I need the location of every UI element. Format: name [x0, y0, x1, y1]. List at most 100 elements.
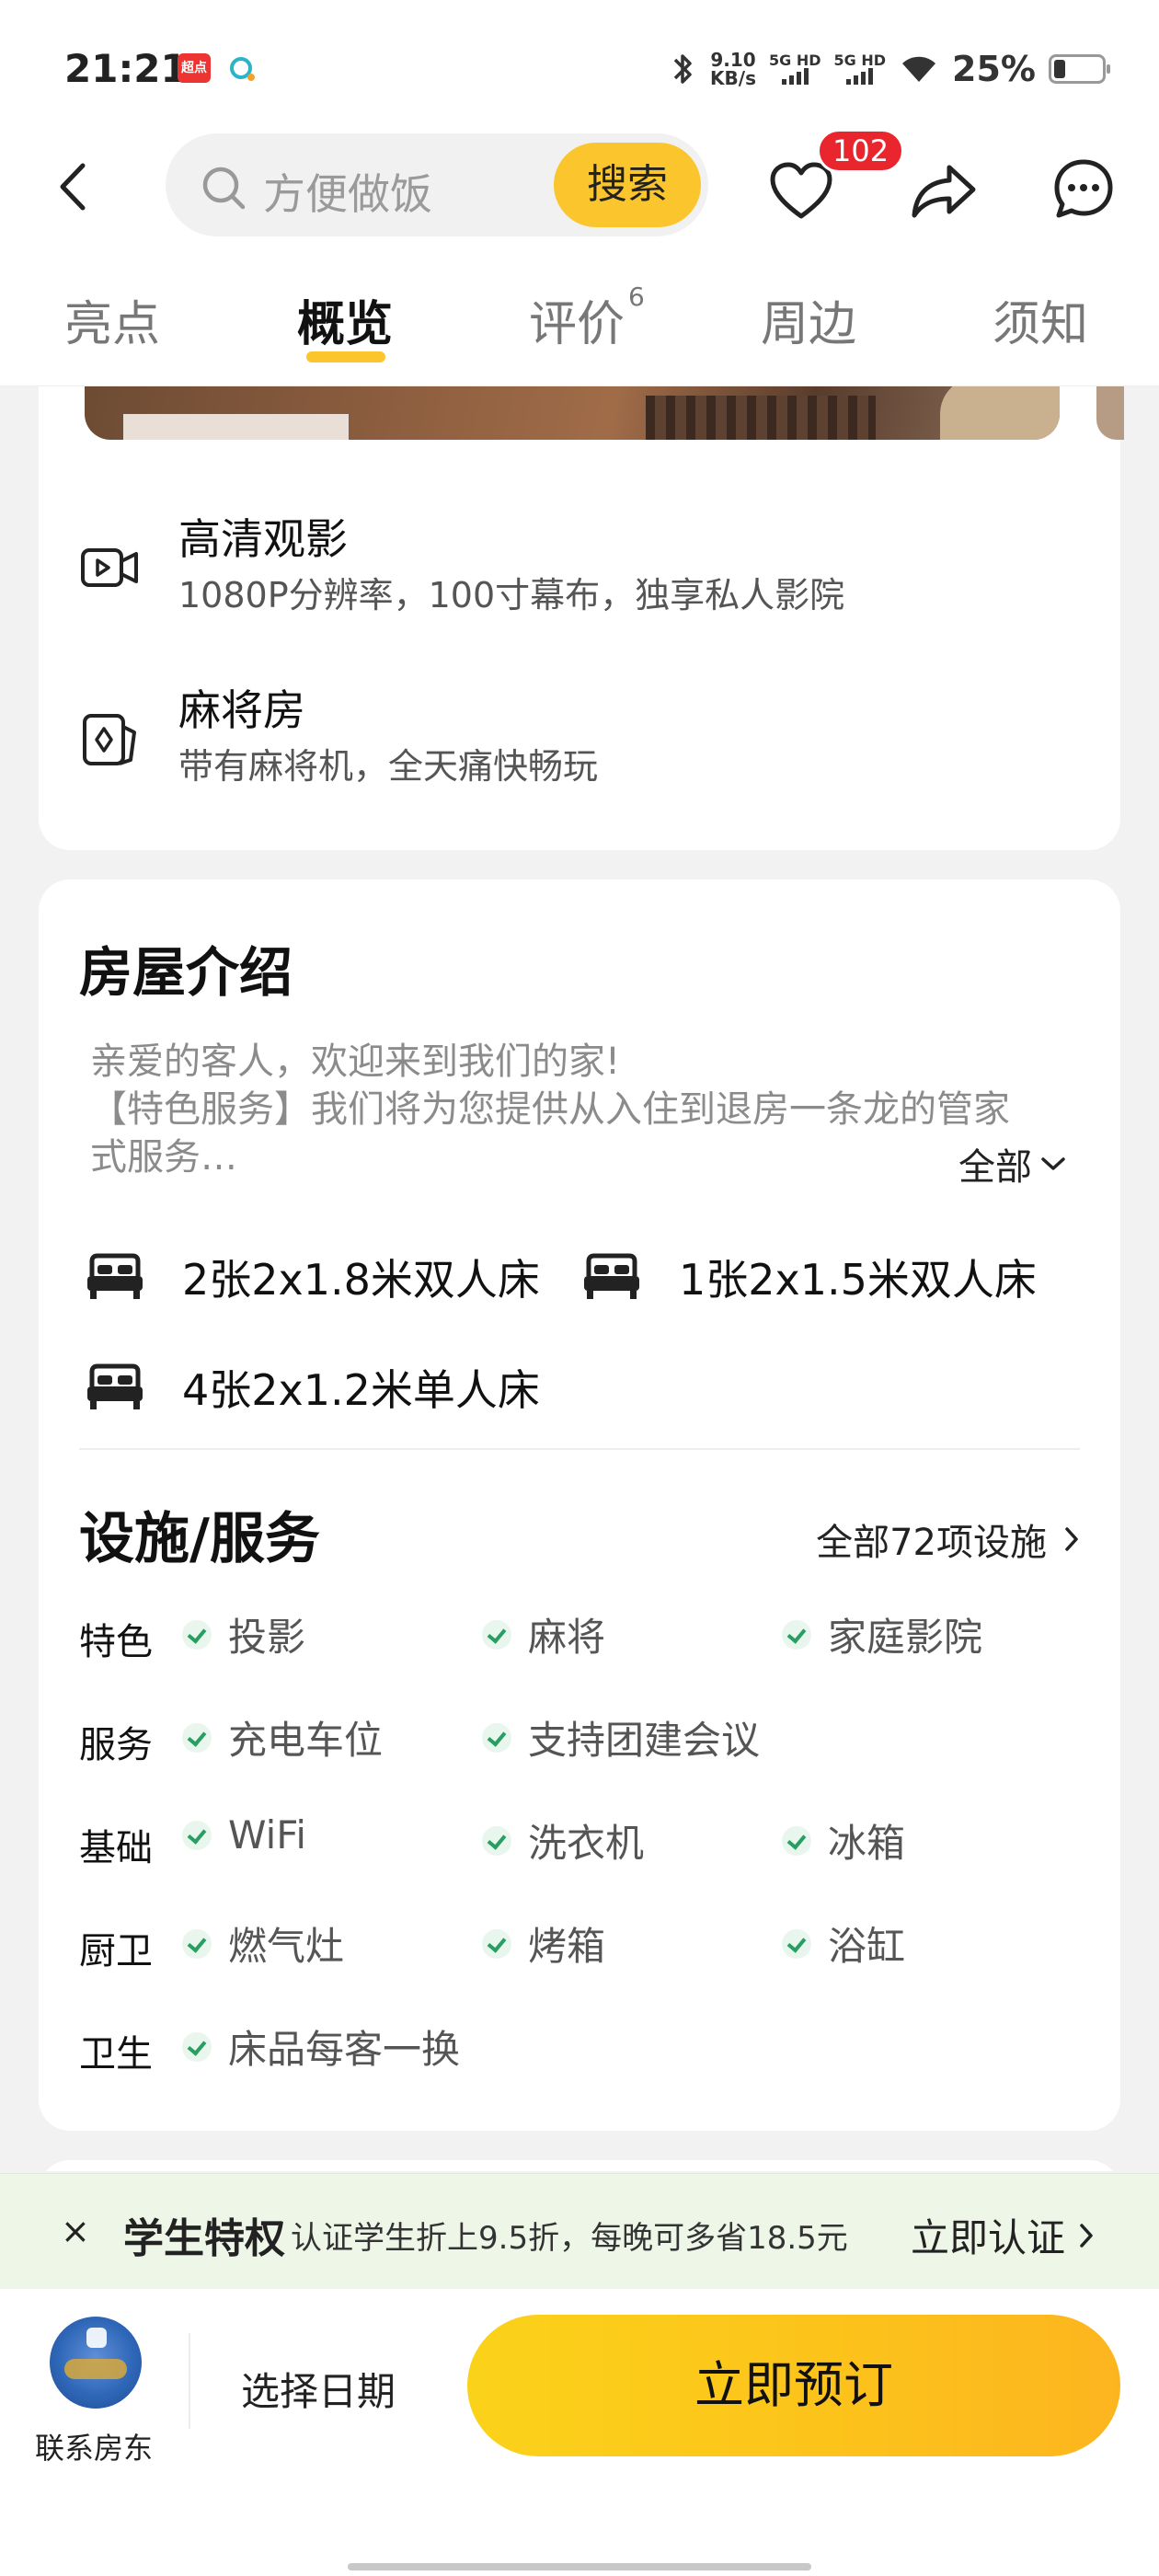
close-icon[interactable]: × — [61, 2211, 90, 2251]
check-icon — [482, 1619, 511, 1650]
message-notification-icon — [230, 57, 255, 81]
facility-item: WiFi — [182, 1812, 306, 1857]
student-promo-bar[interactable]: × 学生特权 认证学生折上9.5折，每晚可多省18.5元 立即认证 — [0, 2173, 1159, 2289]
facility-item-label: 燃气灶 — [228, 1924, 345, 1969]
divider — [79, 1448, 1080, 1450]
highlight-desc: 1080P分辨率，100寸幕布，独享私人影院 — [178, 575, 845, 615]
facility-item-label: 烤箱 — [528, 1924, 606, 1969]
all-facilities-label: 全部72项设施 — [816, 1522, 1047, 1564]
bed-item: 1张2x1.5米双人床 — [581, 1240, 1037, 1314]
bluetooth-icon — [673, 54, 692, 84]
check-icon — [782, 1928, 811, 1959]
tab-highlights[interactable]: 亮点 — [64, 285, 160, 354]
facility-item: 冰箱 — [782, 1812, 905, 1869]
tab-reviews-count: 6 — [628, 282, 645, 312]
contact-host-label[interactable]: 联系房东 — [35, 2425, 153, 2467]
top-nav: 方便做饭 搜索 102 — [0, 129, 1159, 248]
wifi-icon — [902, 56, 936, 82]
share-icon[interactable] — [909, 162, 979, 221]
bed-text: 2张2x1.8米双人床 — [182, 1255, 540, 1305]
facility-item: 支持团建会议 — [482, 1709, 760, 1765]
chevron-right-icon — [1065, 1527, 1078, 1551]
check-icon — [782, 1825, 811, 1856]
back-arrow-icon[interactable] — [46, 155, 101, 219]
highlight-photo[interactable] — [85, 386, 1060, 440]
check-icon — [182, 1619, 212, 1650]
check-icon — [182, 1928, 212, 1959]
facility-item: 麻将 — [482, 1606, 605, 1662]
signal-2-label: 5G HD — [833, 52, 887, 69]
highlights-card: 高清观影 1080P分辨率，100寸幕布，独享私人影院 麻将房 带有麻将机，全天… — [39, 386, 1124, 850]
facility-item: 床品每客一换 — [182, 2018, 460, 2075]
facility-category-label: 基础 — [79, 1827, 153, 1869]
app-notification-icon: 超点 — [178, 53, 211, 83]
bed-icon — [584, 1253, 639, 1299]
home-indicator[interactable] — [348, 2563, 811, 2570]
chevron-down-icon — [1041, 1157, 1065, 1170]
bed-text: 1张2x1.5米双人床 — [679, 1255, 1037, 1305]
status-right: 9.10 KB/s 5G HD 5G HD 25% — [670, 46, 1110, 92]
select-date-button[interactable]: 选择日期 — [241, 2361, 396, 2417]
check-icon — [182, 2031, 212, 2062]
check-icon — [782, 1619, 811, 1650]
tab-overview[interactable]: 概览 — [297, 285, 393, 354]
search-placeholder[interactable]: 方便做饭 — [263, 161, 432, 222]
intro-expand-label: 全部 — [958, 1146, 1032, 1189]
bed-item: 2张2x1.8米双人床 — [85, 1240, 540, 1314]
highlight-photo-next[interactable] — [1096, 386, 1124, 440]
facility-item-label: 家庭影院 — [828, 1615, 983, 1660]
facility-category-label: 卫生 — [79, 2033, 153, 2076]
facility-item-label: 洗衣机 — [528, 1821, 645, 1866]
chevron-right-icon — [1080, 2223, 1093, 2248]
status-time: 21:21 — [64, 46, 188, 91]
host-avatar[interactable] — [50, 2317, 142, 2409]
heart-icon[interactable] — [769, 161, 833, 222]
tab-reviews[interactable]: 评价6 — [529, 282, 645, 354]
intro-line: 亲爱的客人，欢迎来到我们的家! — [90, 1041, 621, 1083]
highlight-item: 麻将房 带有麻将机，全天痛快畅玩 — [39, 659, 1120, 806]
intro-expand-button[interactable]: 全部 — [958, 1137, 1067, 1190]
search-button[interactable]: 搜索 — [554, 143, 701, 227]
signal-bars-icon — [781, 68, 809, 85]
facility-item: 投影 — [182, 1606, 305, 1662]
facility-item-label: 浴缸 — [828, 1924, 906, 1969]
bed-text: 4张2x1.2米单人床 — [182, 1365, 540, 1415]
signal-2: 5G HD — [833, 52, 887, 85]
facility-row: 卫生 床品每客一换 — [79, 2018, 1091, 2083]
search-box[interactable]: 方便做饭 搜索 — [166, 133, 708, 236]
facility-item-label: 床品每客一换 — [228, 2027, 461, 2072]
bottom-bar: 联系房东 选择日期 立即预订 — [0, 2289, 1159, 2576]
facility-item-label: 冰箱 — [828, 1821, 906, 1866]
network-speed: 9.10 KB/s — [710, 51, 756, 87]
check-icon — [182, 1722, 212, 1753]
chat-icon[interactable] — [1051, 156, 1116, 221]
facility-category-label: 厨卫 — [79, 1930, 153, 1972]
speed-value: 9.10 — [710, 49, 756, 71]
battery-percent: 25% — [952, 49, 1036, 89]
section-title-facilities: 设施/服务 — [79, 1507, 320, 1571]
book-now-button[interactable]: 立即预订 — [467, 2315, 1120, 2456]
divider — [189, 2333, 190, 2429]
facility-item: 燃气灶 — [182, 1915, 344, 1972]
tab-notice[interactable]: 须知 — [993, 285, 1088, 354]
highlight-item: 高清观影 1080P分辨率，100寸幕布，独享私人影院 — [39, 488, 1120, 635]
speed-unit: KB/s — [710, 67, 756, 89]
highlight-title: 高清观影 — [178, 514, 348, 564]
facility-item: 浴缸 — [782, 1915, 905, 1972]
facility-row: 特色 投影 麻将 家庭影院 — [79, 1606, 1091, 1671]
verify-button[interactable]: 立即认证 — [911, 2207, 1095, 2263]
battery-icon — [1049, 54, 1110, 84]
intro-line: 【特色服务】我们将为您提供从入住到退房一条龙的管家 — [90, 1088, 1010, 1131]
tab-nearby[interactable]: 周边 — [761, 285, 856, 354]
facility-row: 服务 充电车位 支持团建会议 — [79, 1709, 1091, 1774]
mahjong-icon — [83, 714, 136, 765]
next-card — [39, 2160, 1120, 2171]
scroll-content[interactable]: 高清观影 1080P分辨率，100寸幕布，独享私人影院 麻将房 带有麻将机，全天… — [0, 386, 1159, 2171]
promo-title: 学生特权 — [123, 2215, 285, 2262]
facility-item-label: 充电车位 — [228, 1718, 384, 1763]
intro-text[interactable]: 亲爱的客人，欢迎来到我们的家! 【特色服务】我们将为您提供从入住到退房一条龙的管… — [90, 1038, 1084, 1181]
tab-bar: 亮点 概览 评价6 周边 须知 — [0, 248, 1159, 386]
search-icon — [202, 167, 246, 210]
all-facilities-link[interactable]: 全部72项设施 — [816, 1512, 1080, 1566]
facility-item-label: 投影 — [228, 1615, 306, 1660]
